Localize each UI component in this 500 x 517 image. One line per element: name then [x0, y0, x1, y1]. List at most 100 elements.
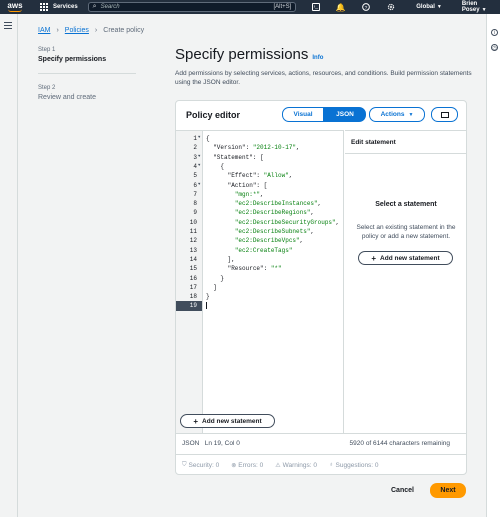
code-text: "ec2:DescribeVpcs",	[234, 237, 304, 245]
warnings-count[interactable]: ⚠ Warnings: 0	[275, 462, 317, 469]
code-line[interactable]: 3 ▼ "Statement": [	[176, 153, 344, 162]
breadcrumb-iam-link[interactable]: IAM	[38, 27, 50, 34]
cancel-button[interactable]: Cancel	[391, 487, 414, 494]
line-number: 13	[189, 246, 197, 254]
info-panel-icon[interactable]: i	[491, 29, 498, 36]
fold-caret-icon[interactable]: ▼	[198, 181, 200, 190]
code-line[interactable]: 1 ▼ {	[176, 134, 344, 143]
code-text: {	[206, 162, 225, 170]
region-label: Global	[416, 4, 435, 10]
aws-logo[interactable]: aws	[4, 0, 26, 14]
services-menu-button[interactable]: Services	[53, 4, 78, 10]
fullscreen-button[interactable]	[431, 107, 458, 122]
search-input[interactable]: ⌕ Search [Alt+S]	[87, 2, 297, 12]
code-text: }	[206, 274, 225, 282]
user-label: Brien Posey	[461, 1, 480, 13]
code-line[interactable]: 4 ▼ {	[176, 162, 344, 171]
suggestions-count[interactable]: ♁ Suggestions: 0	[329, 462, 379, 469]
account-menu[interactable]: Brien Posey ▼	[462, 1, 500, 13]
help-icon[interactable]: ?	[360, 1, 371, 13]
next-button[interactable]: Next	[430, 483, 466, 498]
line-number: 19	[176, 301, 202, 311]
history-clock-icon[interactable]: ◷	[491, 44, 498, 51]
breadcrumb-current: Create policy	[103, 27, 145, 34]
code-line[interactable]: 19	[176, 301, 344, 311]
code-line[interactable]: 5 "Effect": "Allow",	[176, 171, 344, 180]
fold-caret-icon[interactable]: ▼	[198, 134, 200, 143]
code-text: "Effect": "Allow",	[227, 172, 293, 180]
step-2: Step 2 Review and create	[38, 85, 96, 101]
code-line[interactable]: 9 "ec2:DescribeRegions",	[176, 208, 344, 217]
fold-caret-icon[interactable]: ▼	[198, 162, 200, 171]
services-grid-icon[interactable]	[39, 3, 48, 11]
visual-mode-button[interactable]: Visual	[282, 107, 324, 122]
line-number: 4	[193, 162, 197, 170]
breadcrumb: IAM › Policies › Create policy	[38, 27, 144, 34]
code-text: "Version": "2012-10-17",	[213, 144, 300, 152]
error-circle-icon: ⊗	[231, 462, 237, 469]
security-count[interactable]: ⛉ Security: 0	[182, 462, 219, 469]
line-number: 2	[193, 144, 197, 152]
code-text: ],	[206, 255, 235, 263]
code-line[interactable]: 8 "ec2:DescribeInstances",	[176, 199, 344, 208]
code-text: ]	[206, 283, 217, 291]
fullscreen-icon	[440, 111, 449, 118]
left-rail-divider	[17, 14, 18, 517]
breadcrumb-policies-link[interactable]: Policies	[65, 27, 89, 34]
edit-statement-pane: Edit statement Select a statement Select…	[345, 130, 467, 433]
code-line[interactable]: 17 ]	[176, 283, 344, 292]
caret-down-icon: ▼	[408, 111, 414, 118]
step-number: Step 1	[38, 47, 56, 53]
suggestions-label: Suggestions: 0	[335, 461, 379, 469]
code-line[interactable]: 10 "ec2:DescribeSecurityGroups",	[176, 218, 344, 227]
json-mode-button[interactable]: JSON	[324, 107, 366, 122]
text-cursor	[206, 302, 207, 310]
line-number: 7	[193, 190, 197, 198]
line-number: 17	[189, 283, 197, 291]
plus-icon: +	[371, 253, 377, 263]
code-line[interactable]: 15 "Resource": "*"	[176, 264, 344, 273]
warning-triangle-icon: ⚠	[275, 462, 281, 469]
line-number: 5	[193, 172, 197, 180]
cloudshell-icon[interactable]: ›_	[310, 1, 321, 13]
code-line[interactable]: 16 }	[176, 274, 344, 283]
code-line[interactable]: 7 "mgn:*",	[176, 190, 344, 199]
characters-remaining: 5920 of 6144 characters remaining	[349, 440, 450, 447]
warnings-label: Warnings: 0	[282, 461, 318, 469]
code-line[interactable]: 11 "ec2:DescribeSubnets",	[176, 227, 344, 236]
code-line[interactable]: 12 "ec2:DescribeVpcs",	[176, 236, 344, 245]
code-line[interactable]: 18}	[176, 292, 344, 301]
aws-logo-smile	[7, 9, 22, 12]
edit-statement-divider	[345, 153, 467, 154]
settings-gear-icon[interactable]	[385, 1, 396, 13]
json-code-editor[interactable]: 1 ▼{2 "Version": "2012-10-17", 3 ▼ "Stateme…	[176, 130, 344, 433]
line-number: 14	[189, 255, 197, 263]
add-new-statement-button[interactable]: + Add new statement	[180, 414, 275, 428]
side-nav-toggle-icon[interactable]	[4, 22, 12, 29]
step-title: Specify permissions	[38, 56, 107, 63]
plus-icon: +	[193, 416, 199, 426]
code-text	[206, 301, 207, 310]
select-statement-title: Select a statement	[375, 201, 437, 208]
info-link[interactable]: Info	[312, 55, 323, 61]
add-new-statement-button-side[interactable]: + Add new statement	[358, 251, 453, 265]
code-line[interactable]: 14 ],	[176, 255, 344, 264]
fold-caret-icon[interactable]: ▼	[198, 153, 200, 162]
actions-dropdown-button[interactable]: Actions ▼	[369, 107, 425, 122]
add-statement-label: Add new statement	[202, 417, 262, 425]
status-position: Ln 19, Col 0	[204, 440, 240, 447]
code-line[interactable]: 13 "ec2:CreateTags"	[176, 246, 344, 255]
errors-count[interactable]: ⊗ Errors: 0	[231, 462, 263, 469]
code-line[interactable]: 2 "Version": "2012-10-17",	[176, 143, 344, 152]
search-icon: ⌕	[92, 3, 97, 10]
region-caret-icon: ▼	[436, 4, 442, 10]
shield-icon: ⛉	[182, 461, 187, 468]
code-line[interactable]: 6 ▼ "Action": [	[176, 181, 344, 190]
svg-text:?: ?	[364, 5, 367, 11]
region-selector[interactable]: Global ▼	[416, 4, 442, 10]
line-number: 1	[193, 135, 197, 142]
step-divider	[38, 73, 136, 74]
line-number: 3	[193, 153, 197, 161]
notifications-bell-icon[interactable]: 🔔	[335, 1, 346, 13]
step-title[interactable]: Review and create	[38, 94, 96, 101]
